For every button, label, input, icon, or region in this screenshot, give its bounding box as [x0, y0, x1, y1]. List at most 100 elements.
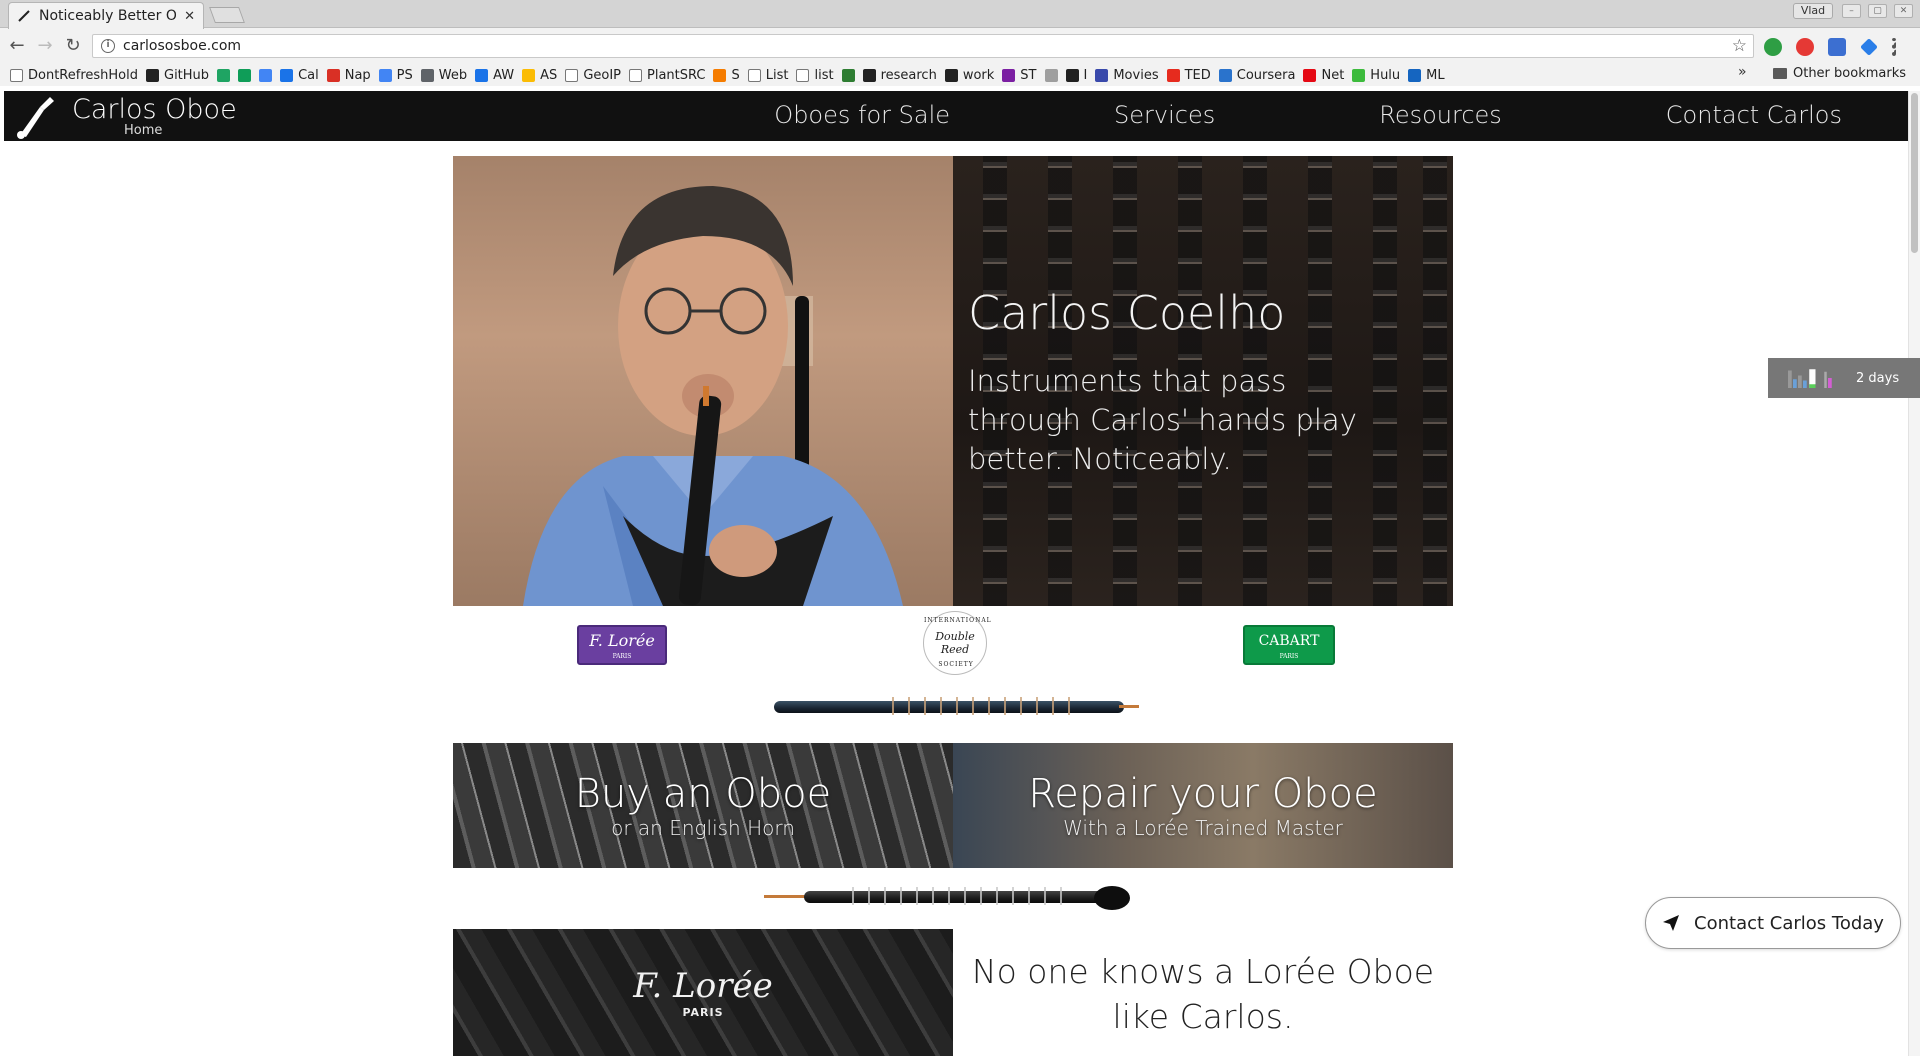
nav-services[interactable]: Services	[950, 101, 1215, 129]
hero-subtitle: Instruments that pass through Carlos' ha…	[968, 364, 1357, 476]
bookmark-item[interactable]: S	[713, 68, 747, 83]
bookmark-item[interactable]	[1044, 68, 1066, 82]
bookmark-item[interactable]: Nap	[326, 67, 379, 83]
nav-oboes-for-sale[interactable]: Oboes for Sale	[774, 101, 950, 129]
page-icon	[565, 68, 579, 82]
gear-green-icon	[841, 68, 855, 82]
info-icon[interactable]: i	[101, 39, 115, 53]
nav-resources[interactable]: Resources	[1215, 101, 1502, 129]
orange-icon	[713, 68, 727, 82]
bookmark-label: Cal	[298, 67, 319, 83]
idrs-logo[interactable]: INTERNATIONAL Double Reed SOCIETY	[923, 611, 992, 675]
bookmark-item[interactable]: Web	[420, 68, 475, 83]
repair-oboe-subtitle: With a Lorée Trained Master	[1063, 815, 1343, 840]
other-bookmarks[interactable]: Other bookmarks	[1772, 66, 1906, 81]
hero-title: Carlos Coelho	[968, 286, 1286, 340]
bookmark-item[interactable]: PS	[378, 68, 421, 83]
bookmark-label: List	[765, 67, 789, 83]
google-icon	[378, 68, 392, 82]
bookmark-label: GitHub	[164, 67, 210, 83]
bookmark-item[interactable]	[259, 68, 280, 82]
bookmark-item[interactable]: List	[747, 67, 797, 83]
page-icon	[796, 68, 810, 82]
back-icon[interactable]: ←	[6, 35, 28, 57]
bookmark-item[interactable]: work	[944, 68, 1002, 83]
bookmark-item[interactable]: TED	[1166, 67, 1219, 83]
bookmark-item[interactable]: Cal	[280, 68, 327, 83]
bookmark-item[interactable]: Coursera	[1218, 68, 1304, 83]
bookmark-item[interactable]	[841, 68, 863, 82]
oboe-favicon-icon	[18, 10, 30, 22]
brand-name: Carlos Oboe	[72, 94, 237, 125]
bookmark-star-icon[interactable]: ☆	[1732, 35, 1747, 57]
extension-green-icon[interactable]	[1764, 38, 1782, 56]
bookmarks-overflow-button[interactable]: »	[1738, 64, 1747, 80]
bookmark-item[interactable]	[238, 68, 259, 82]
drive-icon	[217, 68, 231, 82]
cabart-logo-text: CABART	[1258, 633, 1320, 649]
gmail-icon	[326, 68, 340, 82]
bookmark-item[interactable]: list	[796, 68, 841, 83]
bookmark-item[interactable]: I	[1065, 68, 1096, 83]
reload-icon[interactable]: ↻	[62, 35, 84, 57]
minimize-icon[interactable]: –	[1842, 4, 1861, 18]
bookmark-item[interactable]: PlantSRC	[629, 68, 713, 83]
oboe-logo-icon	[17, 97, 54, 139]
tab-close-icon[interactable]: ✕	[184, 9, 195, 24]
bookmark-item[interactable]: AW	[475, 68, 522, 83]
bookmark-item[interactable]: AS	[522, 68, 565, 83]
bookmark-item[interactable]: Hulu	[1352, 68, 1408, 83]
page-icon	[10, 68, 23, 82]
address-bar[interactable]: i carlososboe.com ☆	[92, 34, 1754, 58]
repair-oboe-card[interactable]: Repair your Oboe With a Lorée Trained Ma…	[953, 743, 1453, 868]
web-page: Carlos Oboe Home Oboes for Sale Services…	[4, 91, 1908, 1056]
brand-home: Home	[124, 123, 163, 138]
bookmark-label: S	[731, 67, 740, 83]
extension-opera-icon[interactable]	[1796, 38, 1814, 56]
new-tab-button[interactable]	[209, 7, 245, 23]
extension-blue-icon[interactable]	[1828, 38, 1846, 56]
bookmark-item[interactable]: research	[862, 68, 945, 83]
bookmark-item[interactable]: GitHub	[146, 68, 217, 83]
time-tracker-widget[interactable]: 2 days	[1768, 358, 1920, 398]
brand-home-link[interactable]: Carlos Oboe Home	[14, 95, 237, 139]
bookmarks-bar: DontRefreshHold GitHub Cal Nap PS Web AW AS GeoI…	[0, 64, 1920, 86]
bookmark-item[interactable]: ML	[1408, 68, 1452, 83]
forward-icon[interactable]: →	[34, 35, 56, 57]
loree-logo[interactable]: F. Lorée PARIS	[577, 625, 667, 665]
browser-chrome: Noticeably Better Oboes ✕ Vlad – ▢ ✕ ← →…	[0, 0, 1920, 86]
bookmark-item[interactable]: Movies	[1095, 68, 1166, 83]
tab-title: Noticeably Better Oboes	[39, 8, 177, 24]
bookmark-label: Nap	[344, 67, 371, 83]
bookmark-item[interactable]: DontRefreshHold	[10, 68, 146, 83]
profile-button[interactable]: Vlad	[1793, 3, 1833, 19]
scrollbar-thumb[interactable]	[1911, 93, 1918, 253]
idrs-logo-top: INTERNATIONAL	[924, 617, 992, 624]
active-tab[interactable]: Noticeably Better Oboes ✕	[8, 2, 204, 29]
menu-icon[interactable]	[1892, 38, 1896, 56]
bookmark-item[interactable]: Net	[1303, 68, 1352, 83]
maximize-icon[interactable]: ▢	[1868, 4, 1887, 18]
buy-oboe-card[interactable]: Buy an Oboe or an English Horn	[453, 743, 953, 868]
carlos-portrait-image	[453, 156, 953, 606]
github-icon	[862, 68, 876, 82]
circle-icon	[1044, 68, 1058, 82]
loree-logo-text: F. Lorée	[589, 631, 655, 650]
bookmark-label: Movies	[1113, 67, 1159, 83]
extension-diamond-icon[interactable]	[1860, 38, 1878, 56]
bookmark-label: TED	[1184, 67, 1211, 83]
page-scrollbar[interactable]	[1908, 91, 1920, 1056]
bookmark-label: ML	[1426, 67, 1445, 83]
bookmark-item[interactable]: ST	[1002, 68, 1044, 83]
other-bookmarks-label: Other bookmarks	[1792, 66, 1906, 81]
service-cards: Buy an Oboe or an English Horn Repair yo…	[453, 743, 1453, 868]
contact-carlos-button[interactable]: Contact Carlos Today	[1645, 897, 1901, 949]
github-icon	[944, 68, 958, 82]
calendar-icon	[280, 68, 294, 82]
bookmark-item[interactable]	[217, 68, 238, 82]
window-close-icon[interactable]: ✕	[1894, 4, 1913, 18]
nav-contact-carlos[interactable]: Contact Carlos	[1502, 101, 1842, 129]
idrs-logo-bottom: SOCIETY	[938, 661, 974, 668]
bookmark-item[interactable]: GeoIP	[565, 68, 629, 83]
cabart-logo[interactable]: CABART PARIS	[1243, 625, 1335, 665]
